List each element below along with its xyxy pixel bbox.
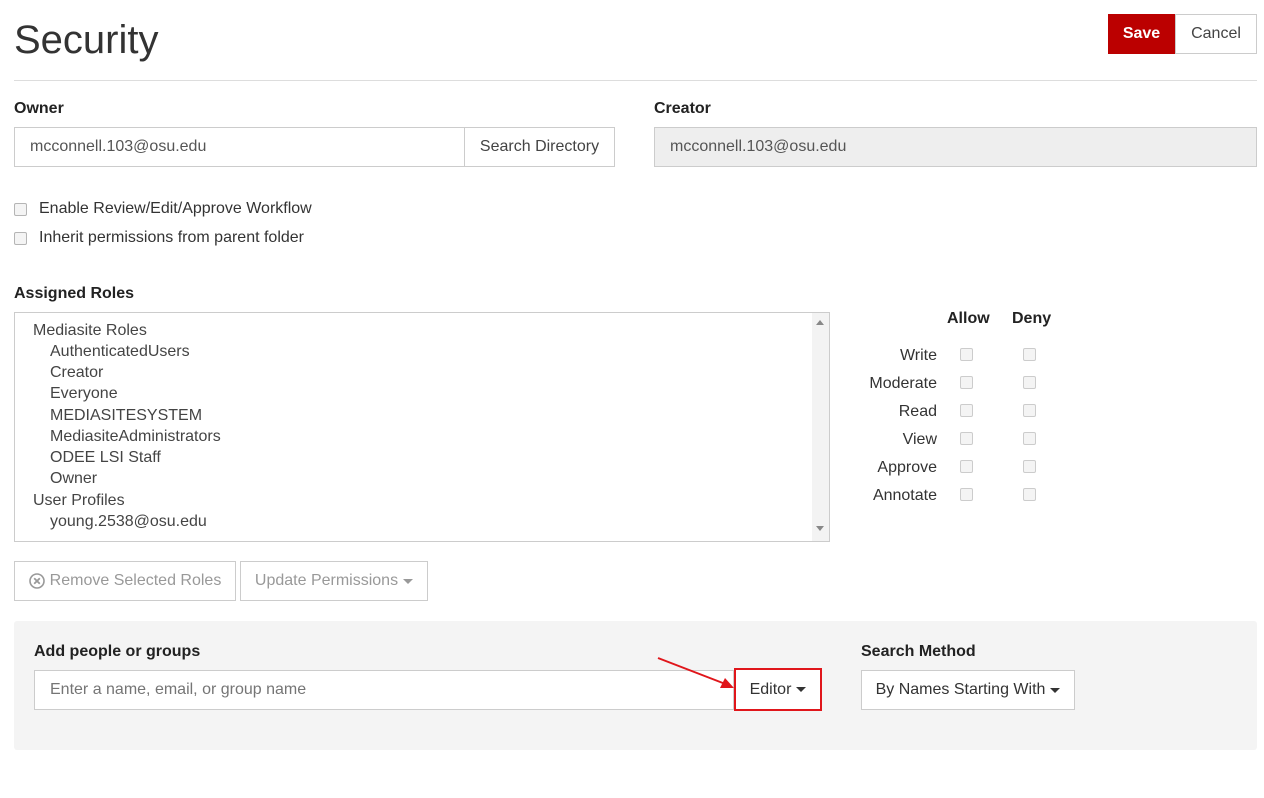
update-permissions-label: Update Permissions <box>254 572 399 589</box>
update-permissions-dropdown[interactable]: Update Permissions <box>240 561 428 601</box>
allow-view-checkbox[interactable] <box>960 432 973 445</box>
header-divider <box>14 80 1257 81</box>
remove-circle-icon <box>28 573 45 589</box>
owner-label: Owner <box>14 100 64 117</box>
search-method-dropdown[interactable]: By Names Starting With <box>861 670 1075 710</box>
roles-group-mediasite[interactable]: Mediasite Roles <box>33 322 147 340</box>
permission-label-write: Write <box>899 347 937 364</box>
search-directory-button[interactable]: Search Directory <box>464 127 615 167</box>
permission-label-view: View <box>902 431 937 448</box>
permission-label-read: Read <box>898 403 937 420</box>
remove-selected-roles-button[interactable]: Remove Selected Roles <box>14 561 236 601</box>
deny-write-checkbox[interactable] <box>1023 348 1036 361</box>
workflow-checkbox[interactable] <box>14 202 27 216</box>
save-button[interactable]: Save <box>1108 14 1175 54</box>
role-item[interactable]: MEDIASITESYSTEM <box>50 407 202 425</box>
scroll-up-arrow-icon[interactable] <box>816 320 824 325</box>
workflow-option[interactable]: Enable Review/Edit/Approve Workflow <box>14 200 312 218</box>
owner-field[interactable]: mcconnell.103@osu.edu <box>14 127 465 167</box>
annotation-arrow-icon <box>657 657 734 688</box>
deny-approve-checkbox[interactable] <box>1023 460 1036 473</box>
permission-label-approve: Approve <box>877 459 937 476</box>
creator-field: mcconnell.103@osu.edu <box>654 127 1257 167</box>
chevron-down-icon <box>796 687 807 692</box>
search-method-value: By Names Starting With <box>875 681 1046 698</box>
allow-write-checkbox[interactable] <box>960 348 973 361</box>
role-select-dropdown[interactable]: Editor <box>734 668 822 711</box>
cancel-button[interactable]: Cancel <box>1175 14 1257 54</box>
allow-read-checkbox[interactable] <box>960 404 973 417</box>
inherit-checkbox-label: Inherit permissions from parent folder <box>39 229 304 246</box>
scroll-down-arrow-icon[interactable] <box>816 526 824 531</box>
assigned-roles-list[interactable]: Mediasite Roles AuthenticatedUsers Creat… <box>14 312 830 542</box>
role-item[interactable]: MediasiteAdministrators <box>50 428 221 446</box>
search-method-label: Search Method <box>861 643 976 660</box>
deny-moderate-checkbox[interactable] <box>1023 376 1036 389</box>
deny-annotate-checkbox[interactable] <box>1023 488 1036 501</box>
allow-annotate-checkbox[interactable] <box>960 488 973 501</box>
role-select-label: Editor <box>749 680 792 698</box>
role-item[interactable]: ODEE LSI Staff <box>50 449 161 467</box>
role-item[interactable]: Owner <box>50 470 97 488</box>
creator-label: Creator <box>654 100 711 117</box>
role-item[interactable]: AuthenticatedUsers <box>50 343 190 361</box>
add-people-input[interactable] <box>34 670 734 710</box>
inherit-checkbox[interactable] <box>14 231 27 245</box>
role-item[interactable]: Creator <box>50 364 103 382</box>
allow-header: Allow <box>947 310 990 327</box>
roles-group-user-profiles[interactable]: User Profiles <box>33 492 125 510</box>
role-item[interactable]: Everyone <box>50 385 118 403</box>
workflow-checkbox-label: Enable Review/Edit/Approve Workflow <box>39 200 312 217</box>
permission-label-annotate: Annotate <box>872 487 937 504</box>
deny-header: Deny <box>1012 310 1052 327</box>
inherit-option[interactable]: Inherit permissions from parent folder <box>14 229 304 247</box>
assigned-roles-label: Assigned Roles <box>14 285 135 302</box>
deny-read-checkbox[interactable] <box>1023 404 1036 417</box>
chevron-down-icon <box>1050 687 1061 693</box>
remove-selected-roles-label: Remove Selected Roles <box>49 572 222 589</box>
deny-view-checkbox[interactable] <box>1023 432 1036 445</box>
chevron-down-icon <box>403 578 414 584</box>
permission-label-moderate: Moderate <box>869 375 937 392</box>
page-title: Security <box>14 18 159 62</box>
allow-moderate-checkbox[interactable] <box>960 376 973 389</box>
add-people-label: Add people or groups <box>34 643 201 660</box>
role-item[interactable]: young.2538@osu.edu <box>50 513 207 531</box>
allow-approve-checkbox[interactable] <box>960 460 973 473</box>
